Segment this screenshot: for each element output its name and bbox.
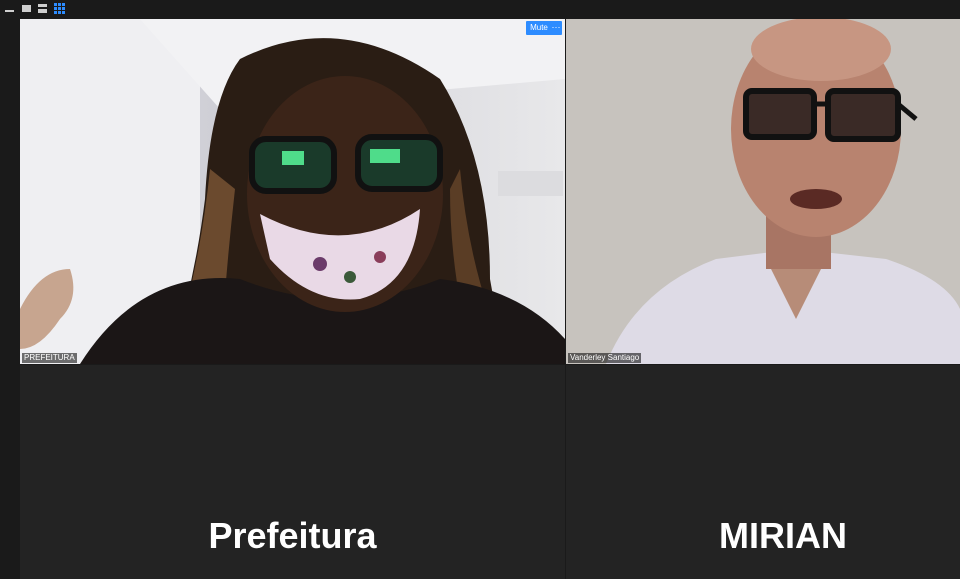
- more-options-button[interactable]: ···: [550, 21, 562, 35]
- minimize-icon[interactable]: [5, 3, 14, 14]
- strip-view-icon[interactable]: [38, 3, 47, 14]
- participant-name-label: PREFEITURA: [22, 353, 77, 363]
- meeting-toolbar: [0, 0, 960, 17]
- participant-video-man: [566, 19, 960, 364]
- participant-display-name: Prefeitura: [208, 515, 377, 556]
- participant-tile-prefeitura-no-video[interactable]: Prefeitura: [20, 365, 565, 579]
- gallery-view-icon[interactable]: [54, 3, 65, 14]
- mute-participant-button[interactable]: Mute: [526, 21, 552, 35]
- participant-display-name: MIRIAN: [719, 515, 847, 556]
- participant-tile-mirian-no-video[interactable]: MIRIAN: [566, 365, 960, 579]
- speaker-view-icon[interactable]: [22, 3, 31, 14]
- participant-tile-prefeitura-video[interactable]: Mute ··· PREFEITURA: [20, 19, 565, 364]
- participant-tile-vanderley-video[interactable]: Vanderley Santiago: [566, 19, 960, 364]
- participant-video-woman: [20, 19, 565, 364]
- participant-name-label: Vanderley Santiago: [568, 353, 642, 363]
